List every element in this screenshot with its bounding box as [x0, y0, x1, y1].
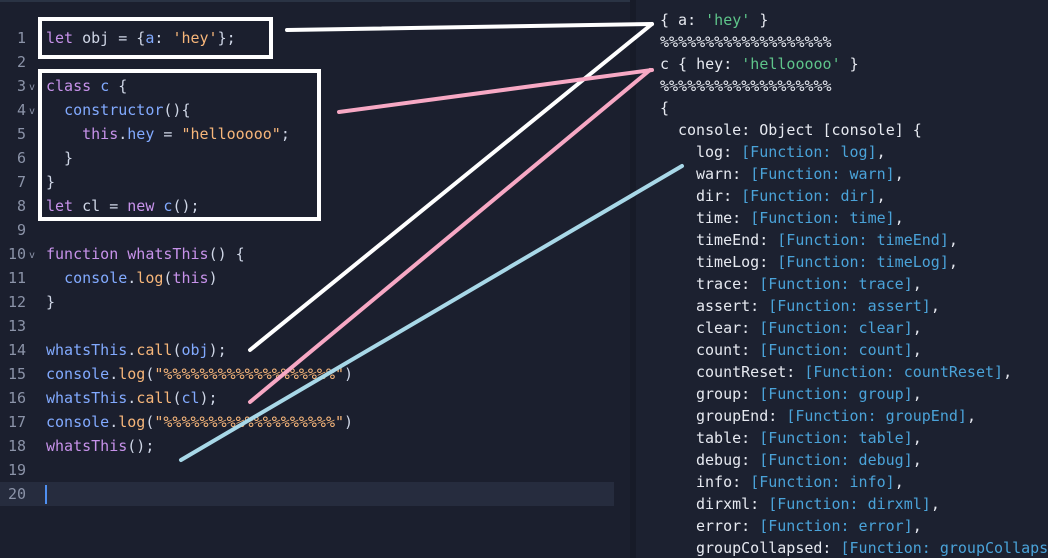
arrow-obj-to-output [285, 22, 654, 32]
annotation-arrows [179, 22, 684, 462]
arrow-whatsthis-to-output [179, 164, 684, 462]
arrow-call-cl-to-output [248, 68, 652, 404]
